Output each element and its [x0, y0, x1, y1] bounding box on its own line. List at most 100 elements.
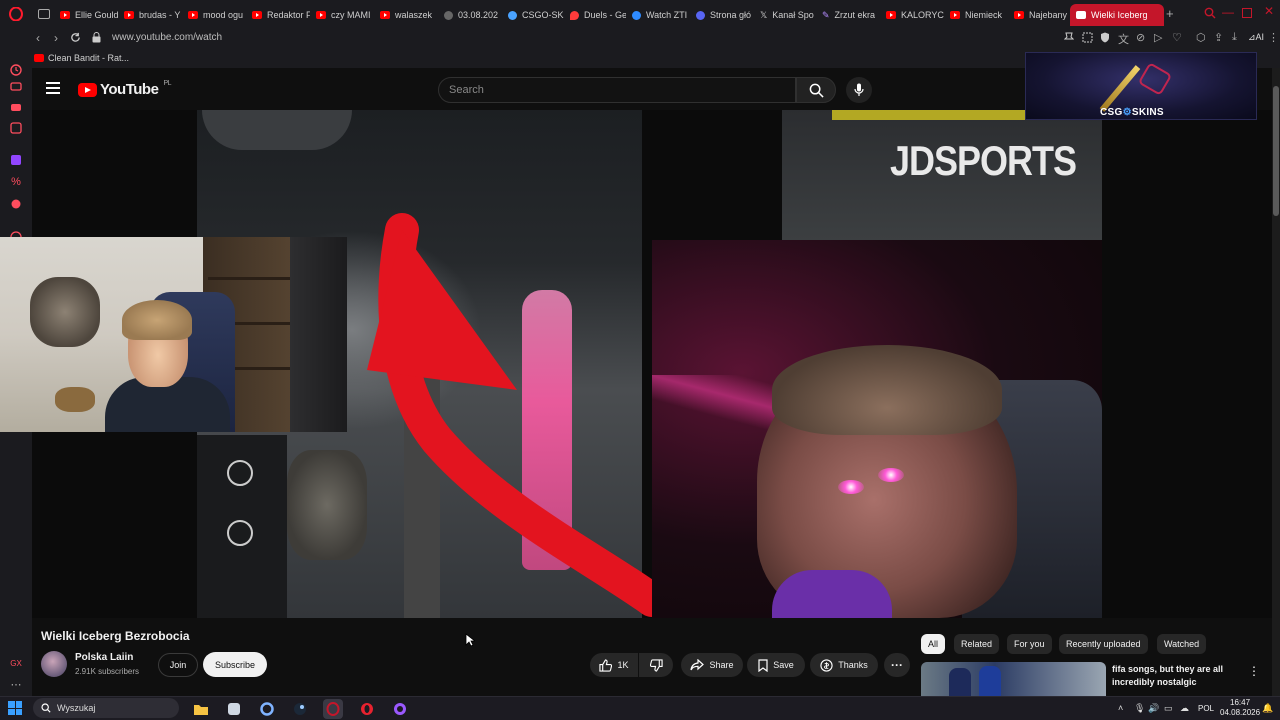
recommendation-menu-icon[interactable]: ⋮ [1248, 664, 1260, 678]
pin-icon[interactable] [1063, 32, 1075, 47]
notifications-icon[interactable]: 🔔 [1262, 703, 1273, 714]
tray-audio-icon[interactable]: 🔊 [1148, 703, 1159, 714]
chip-watched[interactable]: Watched [1157, 634, 1207, 654]
more-horizontal-icon: ··· [891, 658, 903, 672]
wordpress-icon[interactable] [8, 120, 24, 136]
minimize-icon[interactable]: — [1222, 5, 1234, 19]
thanks-button[interactable]: Thanks [810, 653, 878, 677]
snapshot-icon[interactable] [1082, 32, 1093, 46]
file-explorer-icon[interactable] [191, 699, 211, 719]
maximize-icon[interactable] [1242, 7, 1252, 21]
save-button[interactable]: Save [747, 653, 805, 677]
opera-logo-icon[interactable] [8, 6, 24, 22]
messenger-icon[interactable] [8, 100, 24, 116]
recommendation-title[interactable]: fifa songs, but they are all incredibly … [1112, 663, 1242, 689]
reload-icon[interactable] [70, 32, 81, 46]
url-field[interactable]: www.youtube.com/watch [112, 32, 222, 43]
like-button[interactable]: 1K [590, 653, 638, 677]
dislike-button[interactable] [639, 653, 673, 677]
tray-display-icon[interactable]: ▭ [1164, 703, 1173, 714]
translate-icon[interactable]: 文 [1118, 31, 1129, 47]
tray-chevron-icon[interactable]: ˄ [1118, 703, 1123, 713]
search-input[interactable]: Search [438, 77, 796, 103]
tab[interactable]: Redaktor F [246, 4, 310, 26]
tab[interactable]: KALORYC [880, 4, 944, 26]
bookmark-item[interactable]: Clean Bandit - Rat... [34, 53, 129, 63]
purple-app-icon[interactable] [390, 699, 410, 719]
opera-browser-icon[interactable] [357, 699, 377, 719]
subscribe-button[interactable]: Subscribe [203, 652, 267, 677]
shelf-row [208, 277, 303, 280]
hamburger-menu-icon[interactable] [46, 82, 60, 94]
subscriber-count: 2.91K subscribers [75, 667, 140, 676]
search-tabs-icon[interactable] [1204, 7, 1216, 22]
menu-icon[interactable]: ⋮ [1268, 31, 1279, 44]
chip-for-you[interactable]: For you [1007, 634, 1052, 654]
chip-related[interactable]: Related [954, 634, 1000, 654]
youtube-logo[interactable]: YouTube PL [78, 80, 171, 98]
map-pin-icon [570, 10, 579, 20]
recommendation-thumbnail[interactable] [921, 662, 1106, 696]
tab[interactable]: mood ogu [182, 4, 246, 26]
tray-cloud-icon[interactable]: ☁ [1180, 703, 1189, 714]
chip-all[interactable]: All [921, 634, 946, 654]
share-page-icon[interactable]: ⇪ [1214, 31, 1223, 44]
back-icon[interactable]: ‹ [36, 31, 40, 45]
editor-app-icon[interactable] [224, 699, 244, 719]
tab[interactable]: Watch ZTI [626, 4, 690, 26]
cast-icon[interactable]: ⊘ [1136, 31, 1145, 44]
voice-search-button[interactable] [846, 77, 872, 103]
opera-gx-icon[interactable] [323, 699, 343, 719]
tab[interactable]: 𝕏 Kanał Spo [754, 4, 816, 26]
heart-icon[interactable]: ♡ [1172, 31, 1182, 44]
channel-avatar[interactable] [41, 651, 67, 677]
tab[interactable]: walaszek [374, 4, 438, 26]
taskbar-search[interactable]: Wyszukaj [33, 698, 179, 718]
tab[interactable]: CSGO-SKI [502, 4, 564, 26]
chip-recently-uploaded[interactable]: Recently uploaded [1059, 634, 1148, 654]
tab[interactable]: Najebany [1008, 4, 1070, 26]
workspaces-icon[interactable] [36, 6, 52, 22]
tab[interactable]: Niemieck [944, 4, 1008, 26]
extensions-icon[interactable]: ⬡ [1196, 31, 1206, 44]
close-window-icon[interactable]: ✕ [1264, 4, 1274, 18]
tab-active[interactable]: Wielki Iceberg [1070, 4, 1164, 26]
discount-icon[interactable]: % [8, 174, 24, 190]
play-icon[interactable]: ▷ [1154, 31, 1162, 44]
shield-icon[interactable] [1100, 32, 1110, 46]
page-scrollbar[interactable] [1272, 68, 1280, 696]
twitch-icon[interactable] [8, 152, 24, 168]
tab[interactable]: ✎ Zrzut ekra [816, 4, 880, 26]
language-indicator[interactable]: POL [1198, 704, 1214, 713]
share-button[interactable]: Share [681, 653, 743, 677]
tab[interactable]: Strona głó [690, 4, 754, 26]
wallet-icon[interactable] [8, 78, 24, 94]
download-icon[interactable]: ⤓ [1232, 31, 1237, 44]
windows-start-icon[interactable] [8, 701, 22, 715]
forward-icon[interactable]: › [54, 31, 58, 45]
steam-icon[interactable] [290, 699, 310, 719]
glowing-eye [838, 480, 864, 494]
more-icon[interactable]: ⋯ [8, 676, 24, 692]
gx-icon[interactable]: GX [8, 655, 24, 671]
tab[interactable]: Ellie Gould [54, 4, 118, 26]
join-button[interactable]: Join [158, 653, 198, 677]
tray-mic-icon[interactable]: 🎙 [1134, 703, 1145, 714]
x-icon: 𝕏 [760, 9, 768, 20]
new-tab-icon[interactable]: + [1166, 6, 1174, 21]
channel-name[interactable]: Polska Laiin [75, 652, 133, 663]
csgo-skins-ad[interactable]: CSG⚙SKINS [1025, 52, 1257, 120]
scrollbar-thumb[interactable] [1273, 86, 1279, 216]
settings-app-icon[interactable] [257, 699, 277, 719]
tab[interactable]: czy MAMI [310, 4, 374, 26]
tab[interactable]: 03.08.202 [438, 4, 502, 26]
tab[interactable]: Duels - Ge [564, 4, 626, 26]
record-icon[interactable] [8, 196, 24, 212]
search-button[interactable] [796, 77, 836, 103]
clock[interactable]: 16:47 04.08.2026 [1220, 698, 1260, 718]
tab[interactable]: brudas - Y [118, 4, 182, 26]
more-actions-button[interactable]: ··· [884, 653, 910, 677]
youtube-play-icon [78, 82, 97, 97]
history-icon[interactable] [8, 62, 24, 78]
ai-button[interactable]: ⊿AI [1248, 32, 1264, 43]
